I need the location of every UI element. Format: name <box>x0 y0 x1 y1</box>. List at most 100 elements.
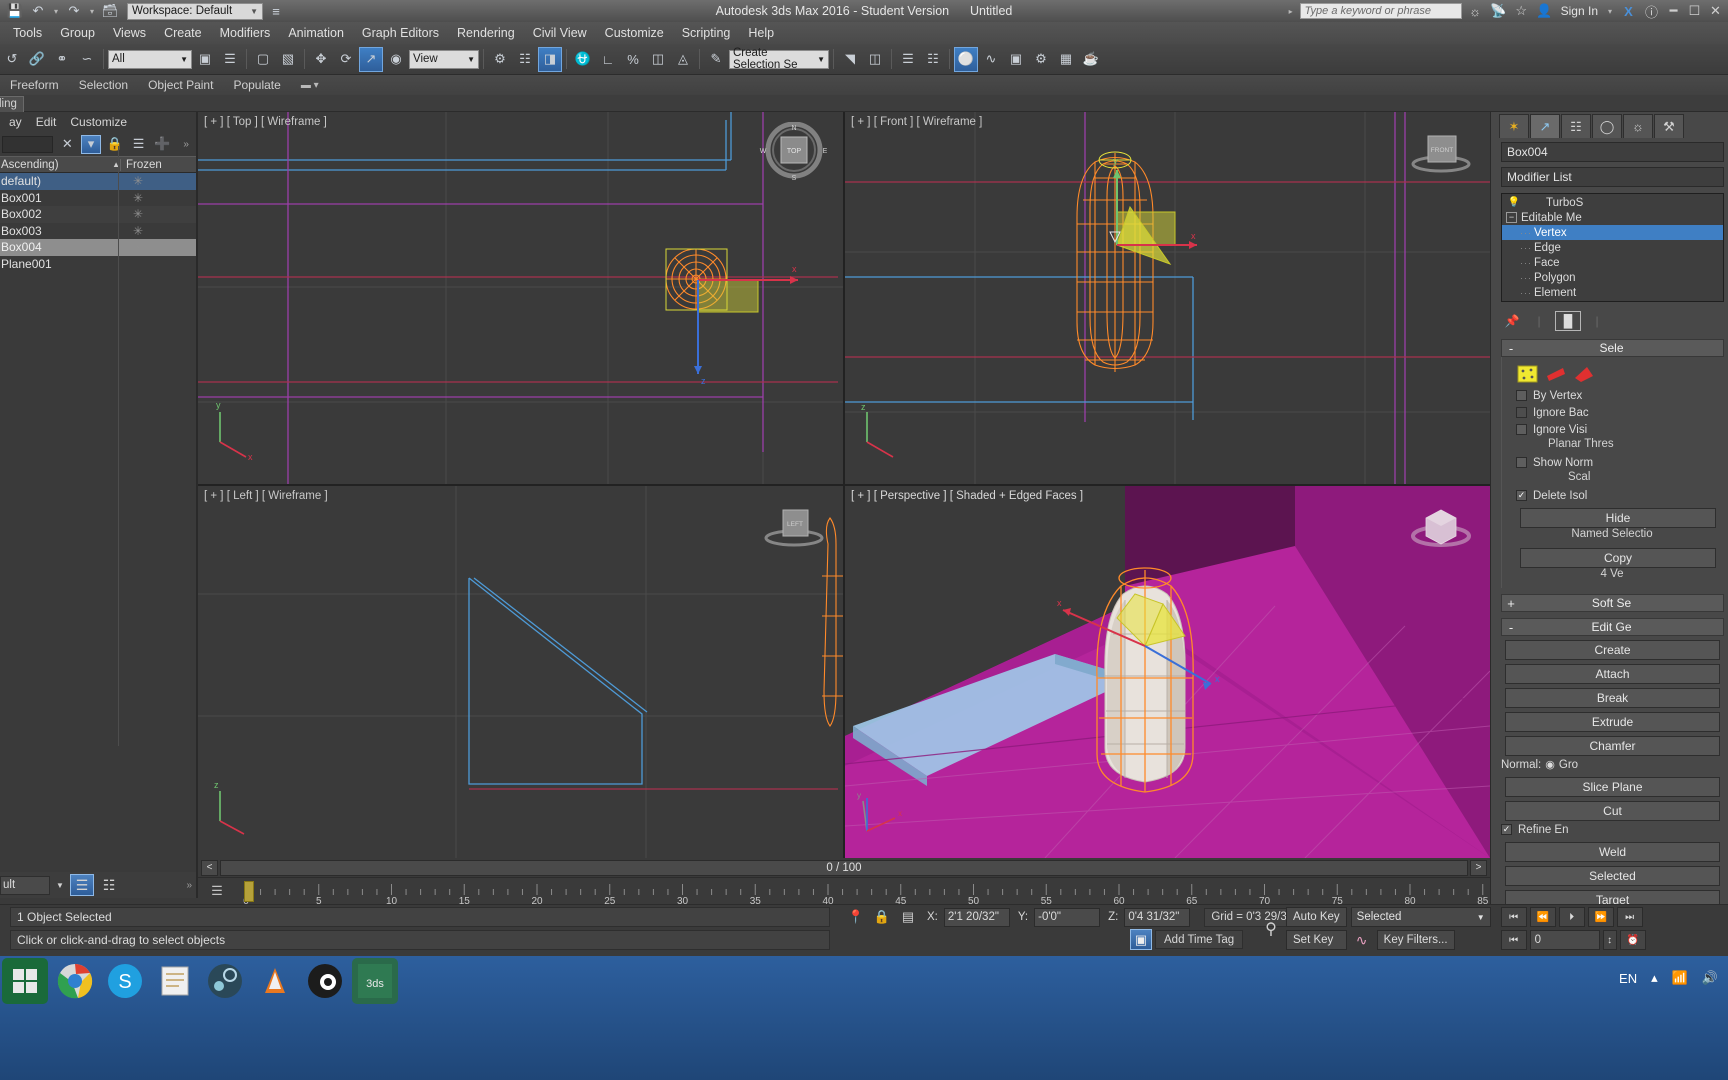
modify-tab-icon[interactable]: ↗ <box>1530 114 1560 138</box>
radio-icon[interactable]: ◉ <box>1545 758 1555 771</box>
absolute-mode-icon[interactable]: ▤ <box>897 907 919 927</box>
select-and-place-icon[interactable]: ☷ <box>513 47 537 72</box>
rectangular-selection-region-icon[interactable]: ▢ <box>251 47 275 72</box>
key-mode-icon[interactable]: ⏮ <box>1501 930 1527 950</box>
window-crossing-icon[interactable]: ▧ <box>276 47 300 72</box>
menu-item-modifiers[interactable]: Modifiers <box>211 22 280 44</box>
table-row[interactable]: default)✳ <box>0 173 196 190</box>
spinner-snap-alt-icon[interactable]: ◬ <box>671 47 695 72</box>
hide-button[interactable]: Hide <box>1520 508 1716 528</box>
expand-arrow-icon[interactable]: ▸ <box>1286 2 1296 20</box>
star-icon[interactable]: ☆ <box>1512 2 1531 20</box>
binoculars-icon[interactable]: ☼ <box>1466 2 1485 20</box>
spinner-snap-icon[interactable]: ◫ <box>646 47 670 72</box>
chevron-down-icon[interactable]: ▼ <box>53 874 67 896</box>
select-object-icon[interactable]: ▣ <box>193 47 217 72</box>
y-field[interactable]: -0'0" <box>1034 908 1100 927</box>
modifier-stack-item[interactable]: 💡TurboS <box>1502 195 1723 210</box>
table-row[interactable]: Box003✳ <box>0 223 196 240</box>
network-icon[interactable]: 📶 <box>1672 970 1688 986</box>
add-icon[interactable]: ➕ <box>152 135 172 154</box>
modifier-stack-item[interactable]: ···Vertex <box>1502 225 1723 240</box>
view-cube-perspective[interactable] <box>1404 496 1478 558</box>
modifier-stack-item[interactable]: ···Polygon <box>1502 270 1723 285</box>
lock-selection-icon[interactable]: 🔒 <box>871 907 893 927</box>
column-frozen[interactable]: Frozen <box>120 159 196 171</box>
table-row[interactable]: Box001✳ <box>0 190 196 207</box>
render-setup-icon[interactable]: ⚙ <box>1029 47 1053 72</box>
table-row[interactable]: Box004✳ <box>0 239 196 256</box>
key-icon[interactable]: ⚲ <box>1260 919 1282 939</box>
notepad-icon[interactable] <box>152 958 198 1004</box>
layer-manager-icon[interactable]: ☷ <box>921 47 945 72</box>
steam-icon[interactable] <box>202 958 248 1004</box>
checkbox-show-norm[interactable]: Show Norm <box>1506 454 1724 471</box>
table-row[interactable]: Box002✳ <box>0 206 196 223</box>
vlc-icon[interactable] <box>252 958 298 1004</box>
explorer-tab[interactable]: ling <box>0 96 24 112</box>
language-indicator[interactable]: EN <box>1619 971 1637 986</box>
spinner-icon[interactable]: ↕ <box>1603 930 1617 950</box>
button-chamfer[interactable]: Chamfer <box>1505 736 1720 756</box>
pin-icon[interactable]: 📍 <box>845 907 867 927</box>
bind-space-warp-icon[interactable]: ∽ <box>75 47 99 72</box>
selection-set-combo[interactable]: Create Selection Se ▼ <box>729 50 829 69</box>
ribbon-tab-freeform[interactable]: Freeform <box>0 78 69 92</box>
motion-tab-icon[interactable]: ◯ <box>1592 114 1622 138</box>
layer-combo[interactable]: ult <box>0 876 50 895</box>
frozen-icon[interactable]: ✳ <box>118 224 158 238</box>
reference-coordinate-combo[interactable]: View ▼ <box>409 50 479 69</box>
lock-icon[interactable]: 🔒 <box>105 135 125 154</box>
mirror-icon[interactable]: ◨ <box>538 47 562 72</box>
prev-frame-icon[interactable]: ⏪ <box>1530 907 1556 927</box>
layer-explorer-icon[interactable]: ☰ <box>896 47 920 72</box>
footer-overflow-icon[interactable]: » <box>186 880 196 891</box>
restore-button[interactable]: ☐ <box>1686 2 1703 20</box>
layer-stack-icon[interactable]: ☰ <box>70 874 94 896</box>
column-name[interactable]: Ascending) <box>0 159 90 171</box>
goto-start-icon[interactable]: ⏮ <box>1501 907 1527 927</box>
snap-magnet-icon[interactable]: ⛎ <box>571 47 595 72</box>
satellite-icon[interactable]: 📡 <box>1489 2 1508 20</box>
viewport-perspective-label[interactable]: [ + ] [ Perspective ] [ Shaded + Edged F… <box>851 490 1083 502</box>
x-field[interactable]: 2'1 20/32" <box>944 908 1010 927</box>
button-create[interactable]: Create <box>1505 640 1720 660</box>
viewport-front-label[interactable]: [ + ] [ Front ] [ Wireframe ] <box>851 116 982 128</box>
set-key-button[interactable]: Set Key <box>1286 930 1347 950</box>
explorer-find-input[interactable] <box>2 136 53 153</box>
button-attach[interactable]: Attach <box>1505 664 1720 684</box>
vertex-sub-object-icon[interactable] <box>1516 363 1540 385</box>
checkbox-by-vertex[interactable]: By Vertex <box>1506 387 1724 404</box>
3dsmax-icon[interactable]: 3ds <box>352 958 398 1004</box>
play-icon[interactable]: ⏵ <box>1559 907 1585 927</box>
frozen-icon[interactable]: ✳ <box>118 207 158 221</box>
show-end-result-icon[interactable]: █ <box>1555 311 1581 331</box>
snaps-toggle-icon[interactable]: ⚙ <box>488 47 512 72</box>
select-and-scale-icon[interactable]: ↗ <box>359 47 383 72</box>
select-by-name-icon[interactable]: ☰ <box>218 47 242 72</box>
modifier-stack-item[interactable]: ···Edge <box>1502 240 1723 255</box>
menu-item-graph-editors[interactable]: Graph Editors <box>353 22 448 44</box>
next-frame-icon[interactable]: ⏩ <box>1588 907 1614 927</box>
z-field[interactable]: 0'4 31/32" <box>1124 908 1190 927</box>
unlink-icon[interactable]: ⚭ <box>50 47 74 72</box>
utilities-tab-icon[interactable]: ⚒ <box>1654 114 1684 138</box>
align-icon[interactable]: ◫ <box>863 47 887 72</box>
schematic-view-icon[interactable]: ▣ <box>1004 47 1028 72</box>
explorer-menu-customize[interactable]: Customize <box>63 115 134 129</box>
use-pivot-center-icon[interactable]: ◉ <box>384 47 408 72</box>
exchange-app-icon[interactable]: X <box>1619 2 1638 20</box>
curve-editor-icon[interactable]: ∿ <box>979 47 1003 72</box>
key-filters-button[interactable]: Key Filters... <box>1377 930 1455 950</box>
menu-item-animation[interactable]: Animation <box>279 22 353 44</box>
display-tab-icon[interactable]: ☼ <box>1623 114 1653 138</box>
key-mode-toggle-icon[interactable]: ☰ <box>206 882 228 900</box>
checkbox-ignore-bac[interactable]: Ignore Bac <box>1506 404 1724 421</box>
sign-in-button[interactable]: Sign In <box>1558 4 1601 18</box>
frozen-icon[interactable]: ✳ <box>118 174 158 188</box>
rendered-frame-window-icon[interactable]: ▦ <box>1054 47 1078 72</box>
chrome-icon[interactable] <box>52 958 98 1004</box>
button-weld[interactable]: Weld <box>1505 842 1720 862</box>
volume-icon[interactable]: 🔊 <box>1702 970 1718 986</box>
menu-item-scripting[interactable]: Scripting <box>673 22 740 44</box>
